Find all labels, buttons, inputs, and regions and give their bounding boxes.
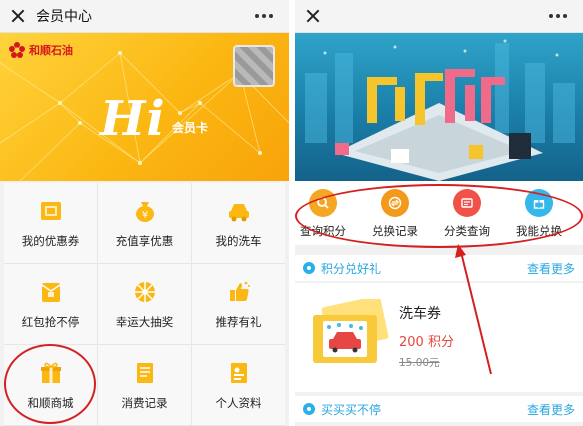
grid-item-label: 和顺商城 [27, 396, 74, 410]
grid-item-coupons[interactable]: 我的优惠券 [4, 183, 97, 263]
product-points: 200 积分 [399, 335, 454, 350]
right-screen-points-mall: 查询积分 兑换记录 分类查询 我能兑换 积分兑好礼 查看更多 洗车券 200 积… [295, 0, 583, 426]
svg-text:¥: ¥ [141, 210, 147, 221]
page-title: 会员中心 [36, 9, 92, 25]
greeting-text: Hi [100, 91, 166, 147]
promo-banner-illustration[interactable] [295, 33, 583, 181]
left-screen-member-center: 会员中心 和顺石油 Hi 会员卡 我的优惠券 ¥ 充值享优惠 我的洗车 红包抢不… [0, 0, 289, 426]
grid-item-label: 幸运大抽奖 [115, 315, 174, 329]
grid-item-label: 充值享优惠 [115, 234, 174, 248]
product-original-price: 15.00元 [399, 357, 440, 369]
product-name: 洗车券 [399, 306, 441, 322]
brand-logo: 和顺石油 [8, 41, 73, 59]
lottery-wheel-icon [134, 282, 155, 302]
menu-item-exchange-records[interactable]: 兑换记录 [359, 181, 431, 245]
grid-item-label: 我的优惠券 [21, 234, 80, 248]
grid-item-records[interactable]: 消费记录 [98, 345, 191, 425]
menu-item-label: 我能兑换 [516, 224, 562, 238]
section-header-shopping: 买买买不停 查看更多 [295, 396, 583, 422]
receipt-icon [136, 363, 153, 383]
feature-grid: 我的优惠券 ¥ 充值享优惠 我的洗车 红包抢不停 幸运大抽奖 推荐有礼 和顺商城 [4, 183, 285, 426]
grid-item-label: 消费记录 [121, 396, 168, 410]
section-header-points-gifts: 积分兑好礼 查看更多 [295, 255, 583, 281]
close-icon[interactable] [305, 8, 321, 24]
search-icon [309, 189, 337, 217]
red-envelope-icon [41, 283, 60, 302]
menu-item-category-query[interactable]: 分类查询 [431, 181, 503, 245]
points-menu-row: 查询积分 兑换记录 分类查询 我能兑换 [295, 181, 583, 245]
grid-item-lottery[interactable]: 幸运大抽奖 [98, 264, 191, 344]
grid-item-label: 个人资料 [215, 396, 262, 410]
more-options-icon[interactable] [549, 14, 567, 18]
product-card-car-wash[interactable]: 洗车券 200 积分 15.00元 [295, 283, 583, 392]
menu-item-can-exchange[interactable]: 我能兑换 [503, 181, 575, 245]
thumbs-up-icon [229, 281, 250, 301]
grid-item-label: 我的洗车 [215, 234, 262, 248]
car-icon [228, 204, 249, 222]
category-icon [453, 189, 481, 217]
profile-card-icon [230, 363, 247, 383]
grid-item-recharge[interactable]: ¥ 充值享优惠 [98, 183, 191, 263]
menu-item-label: 兑换记录 [372, 224, 418, 238]
view-more-link[interactable]: 查看更多 [527, 401, 575, 418]
menu-item-label: 分类查询 [444, 224, 490, 238]
close-icon[interactable] [10, 8, 26, 24]
top-nav-bar: 会员中心 [0, 0, 289, 33]
menu-item-query-points[interactable]: 查询积分 [295, 181, 359, 245]
grid-item-referral[interactable]: 推荐有礼 [192, 264, 285, 344]
gift-box-icon [525, 189, 553, 217]
coupon-icon [40, 202, 61, 220]
section-bullet-icon [303, 403, 315, 415]
member-card-banner: 和顺石油 Hi 会员卡 [0, 33, 289, 181]
member-card-label: 会员卡 [172, 121, 209, 135]
car-wash-ticket-icon [313, 299, 389, 363]
brand-flower-icon [9, 42, 25, 58]
grid-item-car-wash[interactable]: 我的洗车 [192, 183, 285, 263]
grid-item-mall[interactable]: 和顺商城 [4, 345, 97, 425]
money-bag-icon: ¥ [135, 202, 154, 222]
brand-name: 和顺石油 [29, 44, 73, 57]
section-bullet-icon [303, 262, 315, 274]
grid-item-profile[interactable]: 个人资料 [192, 345, 285, 425]
grid-item-label: 红包抢不停 [21, 315, 80, 329]
grid-item-label: 推荐有礼 [215, 315, 262, 329]
exchange-icon [381, 189, 409, 217]
isometric-city-illustration [305, 39, 575, 181]
menu-item-label: 查询积分 [300, 224, 346, 238]
section-title: 买买买不停 [321, 402, 382, 417]
more-options-icon[interactable] [255, 14, 273, 18]
view-more-link[interactable]: 查看更多 [527, 260, 575, 277]
section-title: 积分兑好礼 [321, 261, 382, 276]
avatar[interactable] [233, 45, 275, 87]
gift-icon [40, 362, 61, 383]
top-nav-bar [295, 0, 583, 33]
grid-item-red-envelope[interactable]: 红包抢不停 [4, 264, 97, 344]
